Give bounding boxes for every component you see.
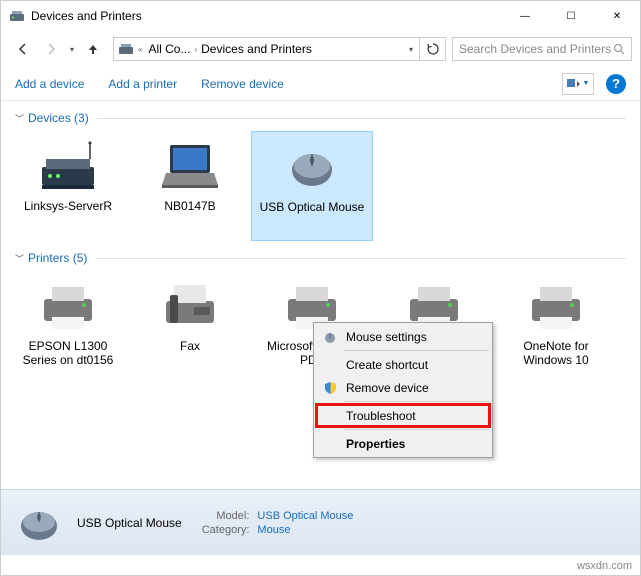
minimize-button[interactable]: — <box>502 1 548 31</box>
watermark: wsxdn.com <box>577 560 632 572</box>
up-button[interactable] <box>79 36 107 62</box>
add-printer-button[interactable]: Add a printer <box>108 77 177 91</box>
search-icon <box>613 43 625 55</box>
menu-separator <box>344 401 489 402</box>
breadcrumb-parent[interactable]: All Co...› <box>146 42 199 56</box>
breadcrumb-current[interactable]: Devices and Printers <box>199 42 314 56</box>
chevron-down-icon: ﹀ <box>15 252 24 265</box>
content-area: ﹀ Devices (3) Linksys-ServerR NB0147B US… <box>1 101 640 499</box>
printer-icon <box>524 279 588 333</box>
menu-properties[interactable]: Properties <box>316 432 490 455</box>
details-model-label: Model: <box>202 510 250 522</box>
device-item-linksys[interactable]: Linksys-ServerR <box>7 131 129 241</box>
group-devices-header[interactable]: ﹀ Devices (3) <box>1 109 640 127</box>
menu-separator <box>344 350 489 351</box>
details-category-label: Category: <box>202 524 250 536</box>
toolbar: Add a device Add a printer Remove device… <box>1 67 640 101</box>
root-chevron-icon[interactable]: « <box>138 45 142 54</box>
details-name: USB Optical Mouse <box>77 516 182 530</box>
address-dropdown-icon[interactable]: ▾ <box>403 45 419 54</box>
search-input[interactable]: Search Devices and Printers <box>452 37 632 61</box>
maximize-button[interactable]: ☐ <box>548 1 594 31</box>
laptop-icon <box>158 139 222 193</box>
add-device-button[interactable]: Add a device <box>15 77 84 91</box>
titlebar: Devices and Printers — ☐ ✕ <box>1 1 640 31</box>
details-model-value: USB Optical Mouse <box>257 510 353 522</box>
printer-item-fax[interactable]: Fax <box>129 271 251 381</box>
menu-separator <box>344 429 489 430</box>
help-button[interactable]: ? <box>606 74 626 94</box>
forward-button[interactable] <box>37 36 65 62</box>
menu-create-shortcut[interactable]: Create shortcut <box>316 353 490 376</box>
printer-item-epson[interactable]: EPSON L1300 Series on dt0156 <box>7 271 129 381</box>
address-bar[interactable]: « All Co...› Devices and Printers ▾ <box>113 37 446 61</box>
group-printers-header[interactable]: ﹀ Printers (5) <box>1 249 640 267</box>
menu-mouse-settings[interactable]: Mouse settings <box>316 325 490 348</box>
remove-device-button[interactable]: Remove device <box>201 77 284 91</box>
context-menu: Mouse settings Create shortcut Remove de… <box>313 322 493 458</box>
search-placeholder: Search Devices and Printers <box>459 42 611 56</box>
recent-dropdown[interactable]: ▾ <box>65 36 79 62</box>
shield-icon <box>322 380 338 396</box>
fax-icon <box>158 279 222 333</box>
menu-troubleshoot[interactable]: Troubleshoot <box>316 404 490 427</box>
view-options-button[interactable]: ▼ <box>562 73 594 95</box>
navbar: ▾ « All Co...› Devices and Printers ▾ Se… <box>1 31 640 67</box>
close-button[interactable]: ✕ <box>594 1 640 31</box>
router-icon <box>36 139 100 193</box>
device-item-mouse[interactable]: USB Optical Mouse <box>251 131 373 241</box>
details-pane: USB Optical Mouse Model: USB Optical Mou… <box>1 489 640 555</box>
details-properties: Model: USB Optical Mouse Category: Mouse <box>202 510 354 536</box>
window-icon <box>9 8 25 24</box>
devices-items: Linksys-ServerR NB0147B USB Optical Mous… <box>1 127 640 245</box>
chevron-right-icon: › <box>194 45 197 54</box>
details-mouse-icon <box>11 500 67 546</box>
chevron-down-icon: ﹀ <box>15 112 24 125</box>
mouse-icon <box>280 140 344 194</box>
refresh-button[interactable] <box>419 37 445 61</box>
device-item-nb0147b[interactable]: NB0147B <box>129 131 251 241</box>
printer-icon <box>36 279 100 333</box>
address-icon <box>118 41 134 57</box>
details-category-value: Mouse <box>257 524 353 536</box>
back-button[interactable] <box>9 36 37 62</box>
menu-remove-device[interactable]: Remove device <box>316 376 490 399</box>
mouse-small-icon <box>322 329 338 345</box>
window-title: Devices and Printers <box>31 9 502 23</box>
printer-item-onenote[interactable]: OneNote for Windows 10 <box>495 271 617 381</box>
